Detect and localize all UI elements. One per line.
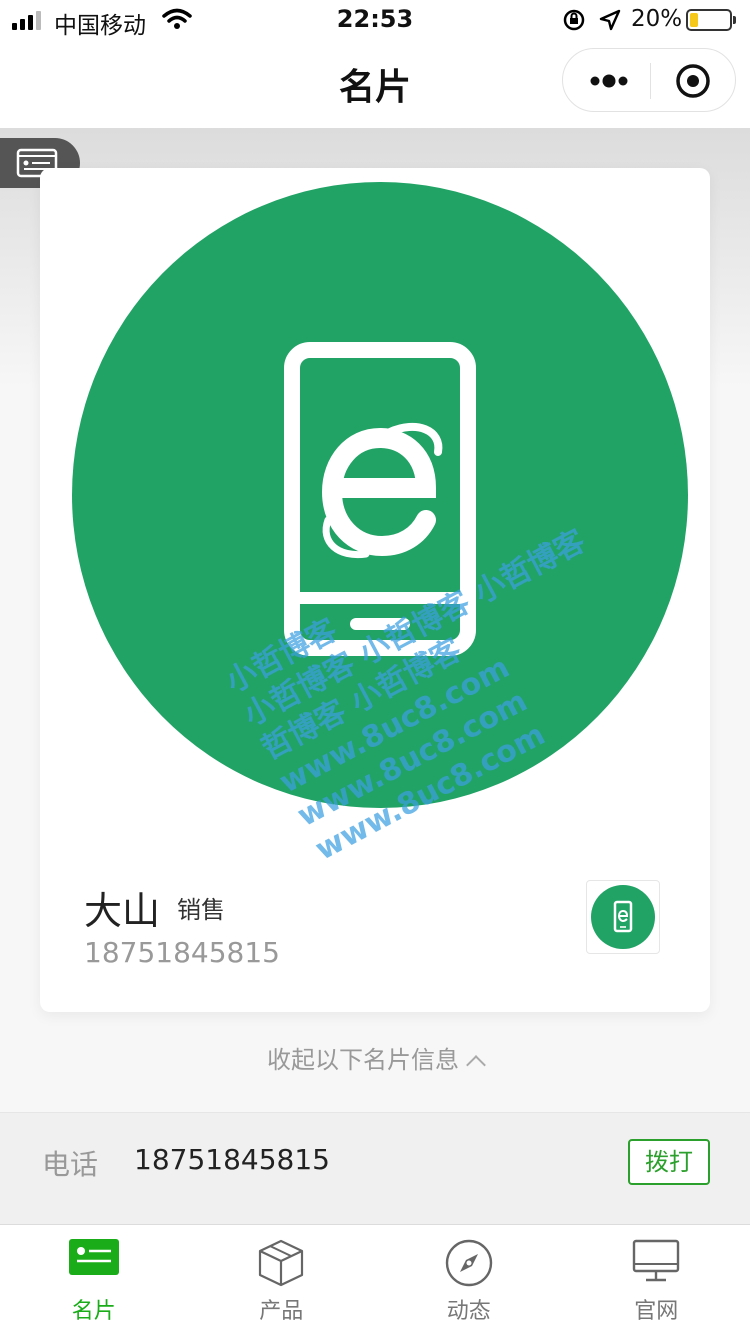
collapse-info-toggle[interactable]: 收起以下名片信息 bbox=[0, 1040, 750, 1075]
battery-percent: 20% bbox=[631, 6, 683, 32]
collapse-label: 收起以下名片信息 bbox=[267, 1046, 459, 1074]
tab-products[interactable]: 产品 bbox=[188, 1225, 376, 1334]
info-value: 18751845815 bbox=[134, 1143, 330, 1176]
person-name: 大山 bbox=[84, 889, 161, 933]
tab-label: 动态 bbox=[446, 1299, 491, 1324]
box-icon bbox=[259, 1239, 304, 1287]
tab-label: 名片 bbox=[71, 1299, 116, 1324]
close-mini-program-icon[interactable] bbox=[675, 63, 711, 99]
chevron-up-icon bbox=[466, 1055, 486, 1075]
tab-bar: 名片 产品 动态 官网 bbox=[0, 1224, 750, 1334]
info-label: 电话 bbox=[42, 1148, 99, 1181]
person-role: 销售 bbox=[177, 896, 225, 924]
more-icon[interactable] bbox=[589, 69, 629, 93]
dial-button[interactable]: 拨打 bbox=[628, 1139, 710, 1185]
mini-program-capsule bbox=[562, 48, 736, 112]
person-phone: 18751845815 bbox=[84, 936, 280, 969]
tab-label: 产品 bbox=[259, 1299, 304, 1324]
location-icon bbox=[599, 9, 621, 31]
monitor-icon bbox=[633, 1239, 680, 1282]
tab-moments[interactable]: 动态 bbox=[375, 1225, 563, 1334]
navigation-bar: 名片 bbox=[0, 40, 750, 128]
battery-icon bbox=[686, 9, 736, 31]
company-thumbnail[interactable] bbox=[586, 880, 660, 954]
compass-icon bbox=[445, 1239, 492, 1287]
tab-card[interactable]: 名片 bbox=[0, 1225, 188, 1334]
company-logo-icon bbox=[72, 182, 688, 808]
business-card: 小哲博客 小哲博客 小哲博客 小哲博客 哲博客 小哲博客 www.8uc8.co… bbox=[40, 168, 710, 1012]
company-mini-logo-icon bbox=[591, 885, 655, 949]
phone-info-row: 电话 18751845815 拨打 bbox=[0, 1112, 750, 1224]
rotation-lock-icon bbox=[563, 9, 585, 31]
tab-website[interactable]: 官网 bbox=[563, 1225, 750, 1334]
tab-label: 官网 bbox=[634, 1299, 679, 1324]
capsule-divider bbox=[650, 63, 651, 99]
status-bar: 中国移动 22:53 20% bbox=[0, 0, 750, 40]
card-icon bbox=[68, 1239, 119, 1275]
